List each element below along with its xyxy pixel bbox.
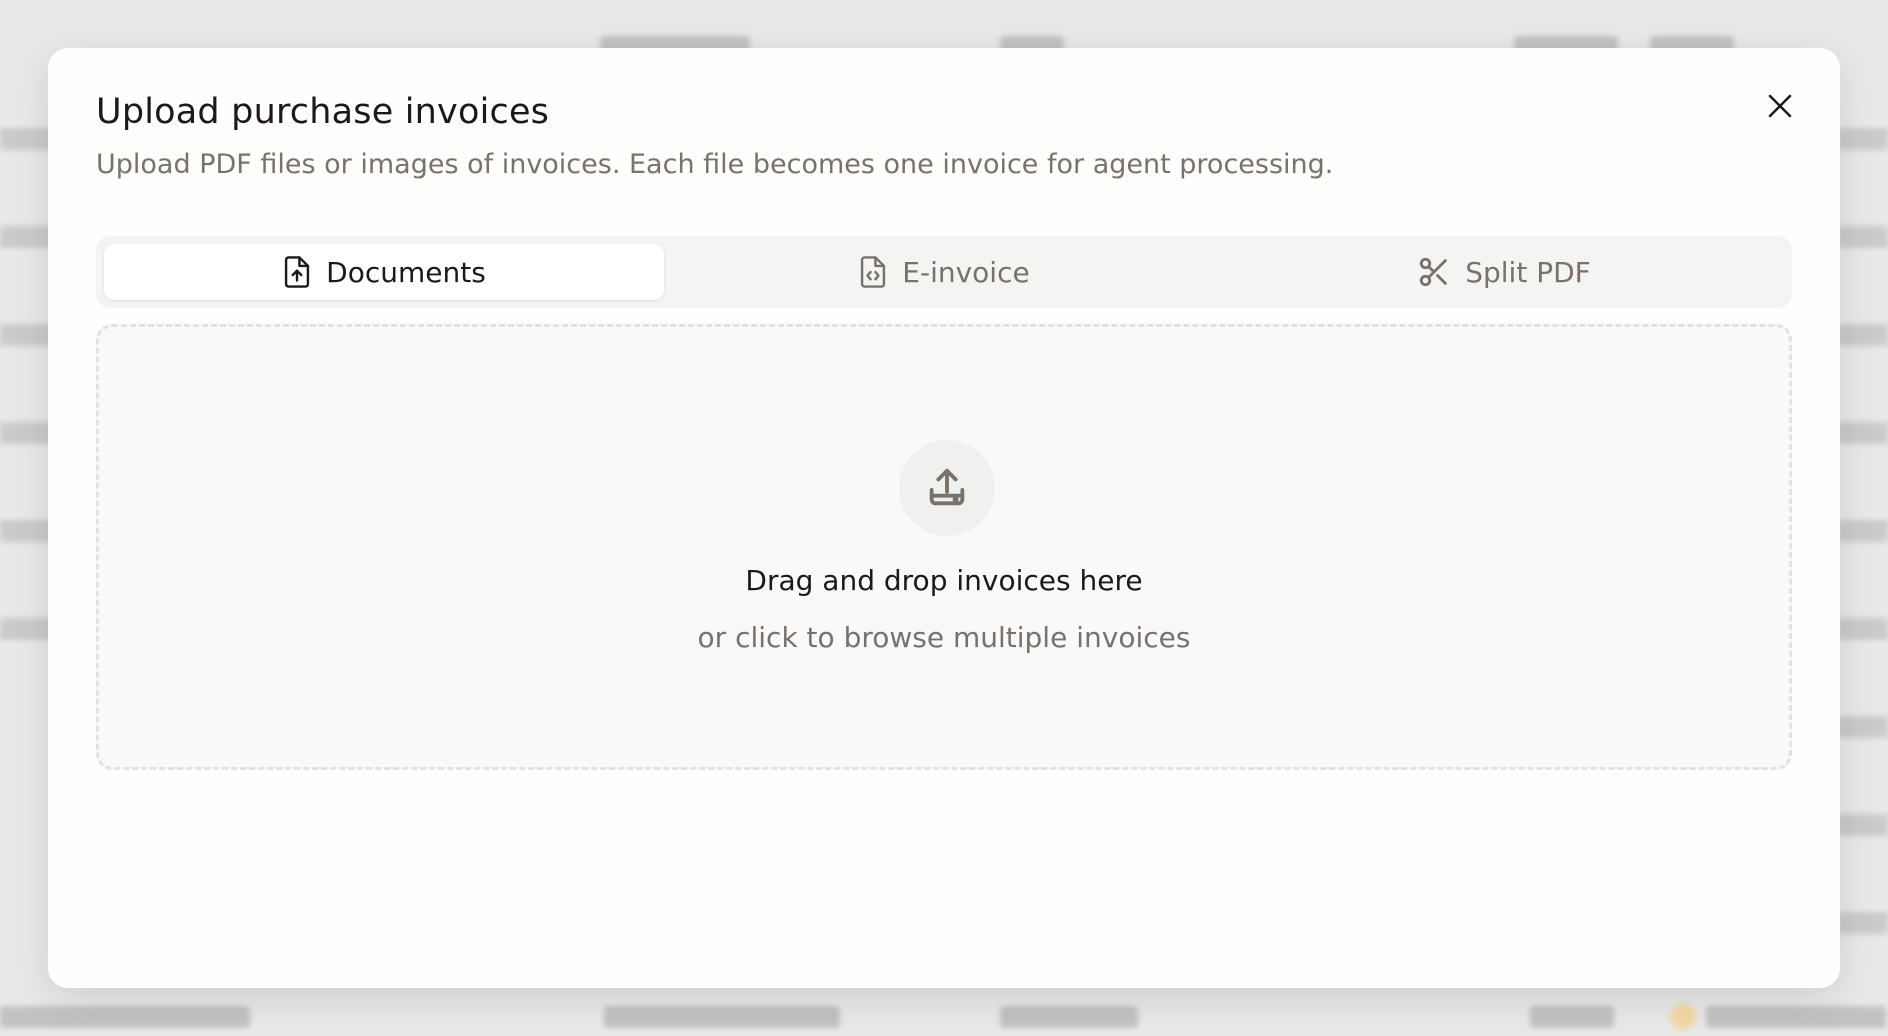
background-row — [0, 618, 54, 640]
background-row — [0, 520, 54, 542]
background-status-dot — [1670, 1004, 1696, 1030]
dialog-subtitle: Upload PDF files or images of invoices. … — [96, 149, 1334, 180]
background-row — [1838, 226, 1888, 248]
background-row — [0, 422, 54, 444]
dropzone-title: Drag and drop invoices here — [745, 564, 1143, 597]
dropzone-subtitle: or click to browse multiple invoices — [697, 621, 1191, 654]
background-cell — [1706, 1006, 1886, 1028]
tab-e-invoice[interactable]: E-invoice — [664, 244, 1224, 300]
background-row — [1838, 618, 1888, 640]
upload-icon-circle — [899, 440, 995, 536]
invoice-dropzone[interactable]: Drag and drop invoices here or click to … — [96, 324, 1792, 770]
background-row — [0, 128, 54, 150]
tab-documents-label: Documents — [326, 255, 486, 289]
background-row — [1838, 520, 1888, 542]
background-cell — [1000, 1006, 1138, 1028]
background-row — [1838, 324, 1888, 346]
tab-documents[interactable]: Documents — [104, 244, 664, 300]
background-cell — [604, 1006, 840, 1028]
background-row — [1838, 716, 1888, 738]
background-row — [1838, 814, 1888, 836]
background-row — [0, 226, 54, 248]
tab-e-invoice-label: E-invoice — [902, 255, 1030, 289]
file-upload-icon — [285, 256, 310, 288]
background-row — [0, 324, 54, 346]
dialog-title: Upload purchase invoices — [96, 92, 550, 132]
file-code-icon — [861, 256, 886, 288]
upload-invoices-dialog: Upload purchase invoices Upload PDF file… — [48, 48, 1840, 988]
background-cell — [0, 1006, 250, 1028]
upload-mode-tabs: Documents E-invoice Split PDF — [96, 236, 1792, 308]
upload-icon — [929, 468, 965, 506]
scissors-icon — [1420, 257, 1447, 287]
background-row — [1838, 128, 1888, 150]
background-row — [1838, 912, 1888, 934]
background-row — [1838, 422, 1888, 444]
tab-split-pdf[interactable]: Split PDF — [1224, 244, 1784, 300]
close-button[interactable] — [1760, 86, 1800, 126]
background-cell — [1530, 1006, 1614, 1028]
close-icon — [1768, 94, 1792, 118]
tab-split-pdf-label: Split PDF — [1465, 255, 1591, 289]
